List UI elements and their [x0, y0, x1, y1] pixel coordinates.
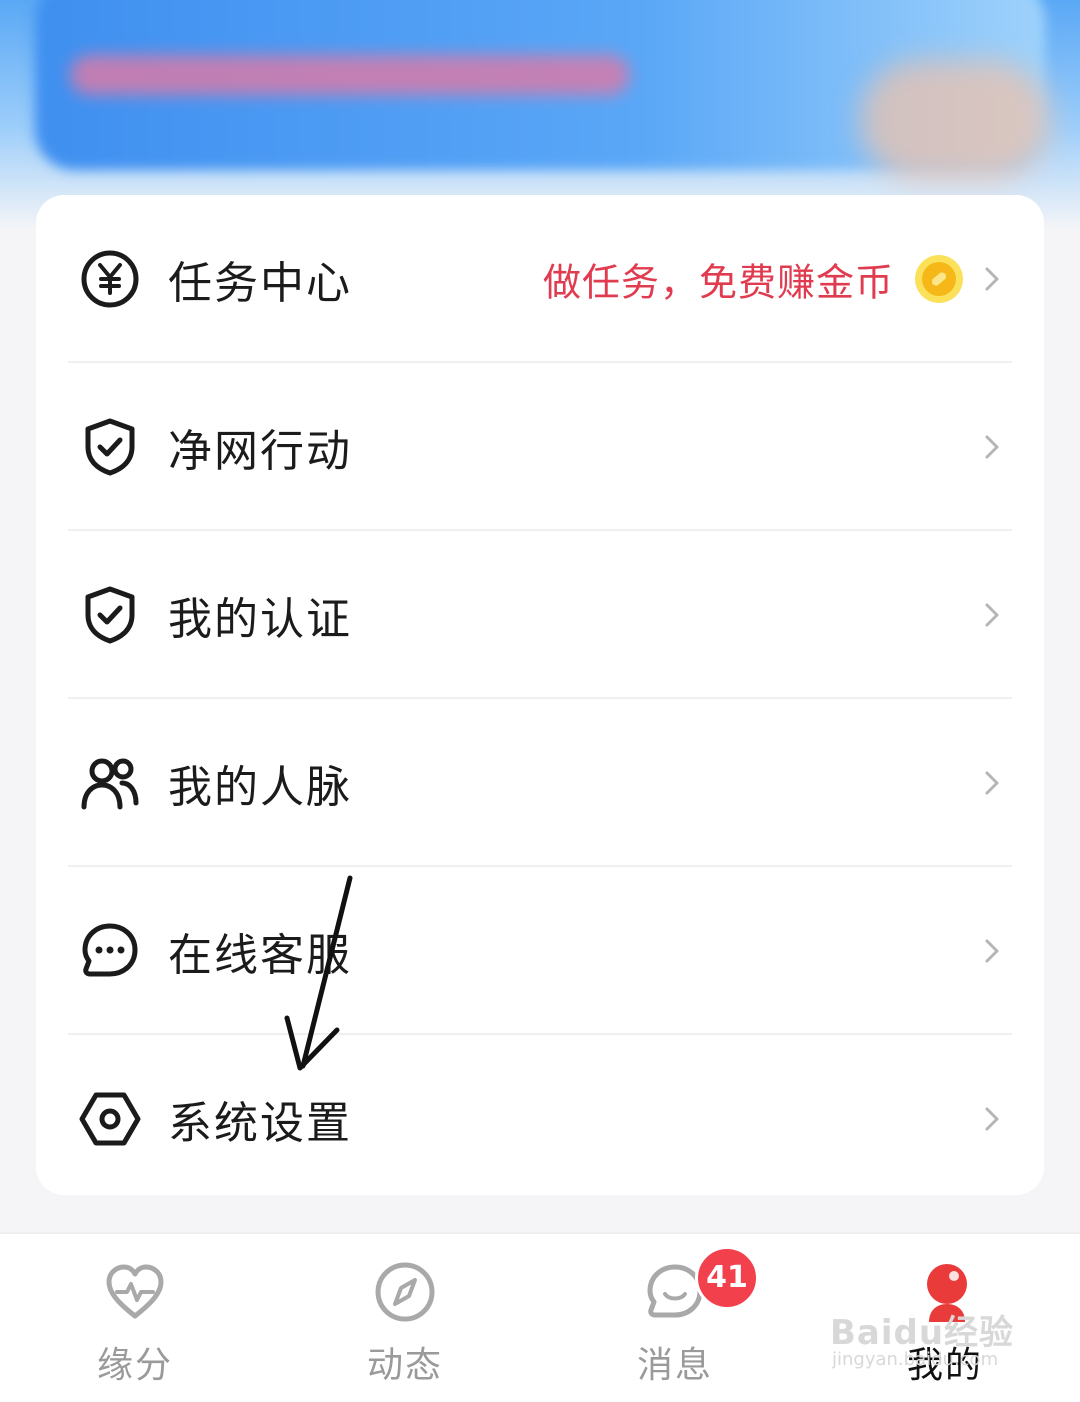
menu-item-label: 我的人脉	[168, 762, 352, 813]
settings-hexagon-icon	[78, 1087, 142, 1151]
chat-bubble-icon	[78, 919, 142, 983]
tab-label: 消息	[636, 1345, 713, 1386]
profile-icon	[913, 1260, 977, 1324]
tab-feed[interactable]: 动态	[305, 1234, 505, 1402]
tab-messages[interactable]: 41 消息	[575, 1234, 775, 1402]
chevron-right-icon	[985, 1107, 999, 1131]
gold-coin-icon	[914, 254, 964, 304]
chevron-right-icon	[985, 267, 999, 291]
shield-check-icon	[78, 415, 142, 479]
menu-item-label: 我的认证	[168, 594, 352, 645]
banner-decoration	[860, 60, 1050, 180]
tab-label: 缘分	[96, 1345, 173, 1386]
yen-coin-icon	[78, 247, 142, 311]
tab-fate[interactable]: 缘分	[35, 1234, 235, 1402]
people-icon	[78, 751, 142, 815]
heart-pulse-icon	[103, 1260, 167, 1324]
shield-check-icon	[78, 583, 142, 647]
menu-item-my-contacts[interactable]: 我的人脉	[36, 699, 1044, 867]
banner-stripe	[70, 55, 630, 95]
chevron-right-icon	[985, 939, 999, 963]
menu-item-label: 系统设置	[168, 1098, 352, 1149]
tab-mine[interactable]: 我的	[845, 1234, 1045, 1402]
menu-card: 任务中心 做任务，免费赚金币 净网行动 我的认证 我的人脉 在线客服 系统设置	[36, 195, 1044, 1195]
tab-label: 动态	[366, 1345, 443, 1386]
compass-icon	[373, 1260, 437, 1324]
menu-item-clean-net[interactable]: 净网行动	[36, 363, 1044, 531]
menu-item-label: 净网行动	[168, 426, 352, 477]
menu-item-label: 在线客服	[168, 930, 352, 981]
menu-item-my-verification[interactable]: 我的认证	[36, 531, 1044, 699]
tab-label: 我的	[906, 1345, 983, 1386]
chevron-right-icon	[985, 771, 999, 795]
menu-item-task-center[interactable]: 任务中心 做任务，免费赚金币	[36, 195, 1044, 363]
menu-item-system-settings[interactable]: 系统设置	[36, 1035, 1044, 1203]
menu-item-label: 任务中心	[168, 258, 352, 309]
chevron-right-icon	[985, 435, 999, 459]
task-hint-text: 做任务，免费赚金币	[542, 260, 894, 305]
unread-badge: 41	[695, 1246, 759, 1310]
chevron-right-icon	[985, 603, 999, 627]
menu-item-online-service[interactable]: 在线客服	[36, 867, 1044, 1035]
bottom-tab-bar: 缘分 动态 41 消息 我的	[0, 1232, 1080, 1402]
